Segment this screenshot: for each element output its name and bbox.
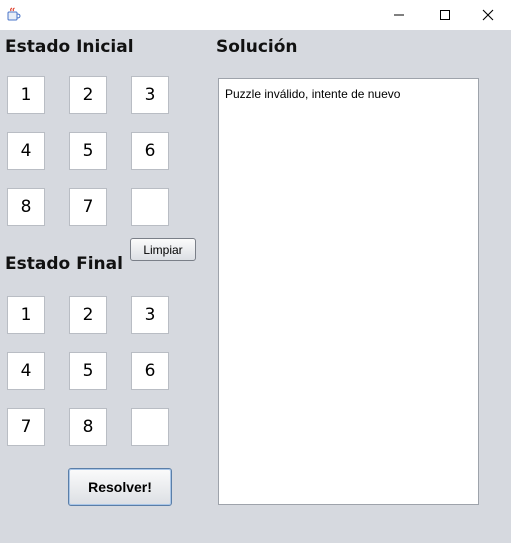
- initial-cell-4[interactable]: 4: [7, 132, 45, 170]
- initial-cell-9[interactable]: [131, 188, 169, 226]
- initial-cell-3[interactable]: 3: [131, 76, 169, 114]
- clear-button[interactable]: Limpiar: [130, 238, 196, 261]
- minimize-button[interactable]: [376, 0, 422, 30]
- final-cell-1[interactable]: 1: [7, 296, 45, 334]
- final-cell-8[interactable]: 8: [69, 408, 107, 446]
- maximize-icon: [439, 9, 451, 21]
- solve-button[interactable]: Resolver!: [68, 468, 172, 506]
- title-bar: [0, 0, 511, 30]
- initial-cell-1[interactable]: 1: [7, 76, 45, 114]
- initial-cell-2[interactable]: 2: [69, 76, 107, 114]
- minimize-icon: [393, 9, 405, 21]
- final-cell-3[interactable]: 3: [131, 296, 169, 334]
- final-cell-5[interactable]: 5: [69, 352, 107, 390]
- close-button[interactable]: [465, 0, 511, 30]
- solution-title: Solución: [216, 37, 298, 57]
- final-state-title: Estado Final: [5, 254, 123, 274]
- solution-message: Puzzle inválido, intente de nuevo: [225, 87, 401, 101]
- final-cell-6[interactable]: 6: [131, 352, 169, 390]
- initial-cell-6[interactable]: 6: [131, 132, 169, 170]
- close-icon: [482, 9, 494, 21]
- maximize-button[interactable]: [422, 0, 468, 30]
- final-cell-9[interactable]: [131, 408, 169, 446]
- final-cell-2[interactable]: 2: [69, 296, 107, 334]
- initial-cell-8[interactable]: 7: [69, 188, 107, 226]
- final-cell-7[interactable]: 7: [7, 408, 45, 446]
- solution-text-area[interactable]: Puzzle inválido, intente de nuevo: [218, 78, 479, 505]
- initial-state-title: Estado Inicial: [5, 37, 134, 57]
- java-cup-icon: [6, 6, 22, 22]
- final-cell-4[interactable]: 4: [7, 352, 45, 390]
- initial-cell-5[interactable]: 5: [69, 132, 107, 170]
- initial-cell-7[interactable]: 8: [7, 188, 45, 226]
